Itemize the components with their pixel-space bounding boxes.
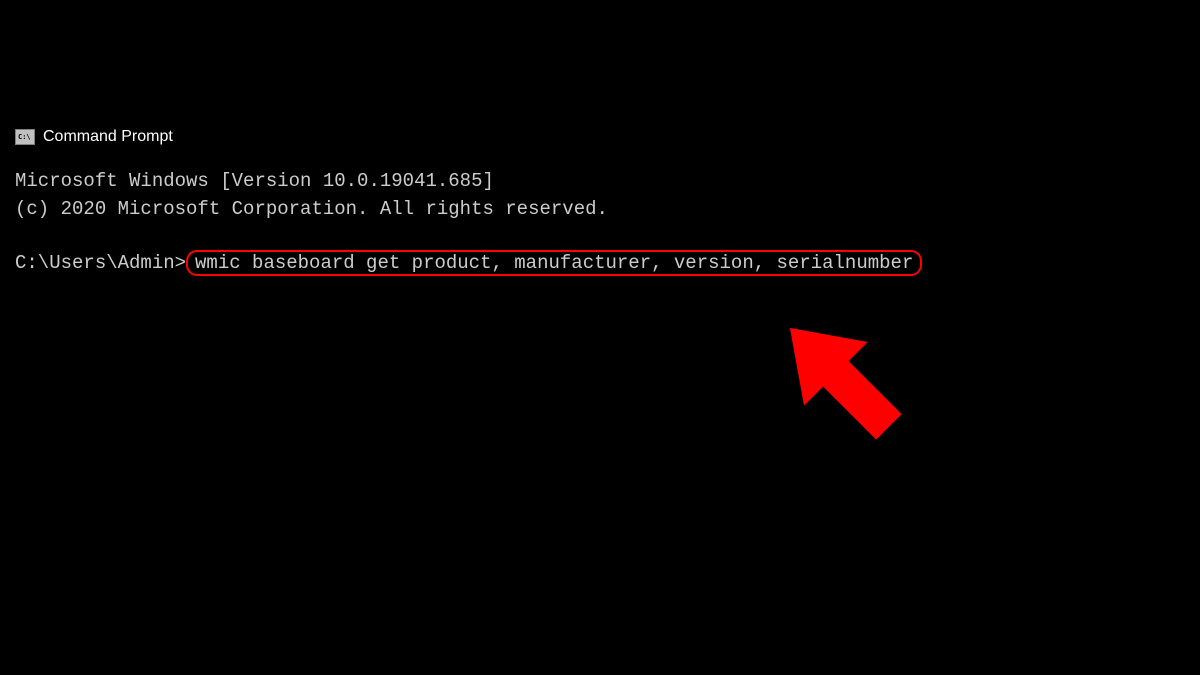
window-titlebar: Command Prompt xyxy=(15,128,173,146)
blank-line xyxy=(15,223,1185,250)
terminal-output[interactable]: Microsoft Windows [Version 10.0.19041.68… xyxy=(15,168,1185,276)
cmd-prompt-icon xyxy=(15,129,35,145)
arrow-annotation xyxy=(750,288,950,493)
command-highlight-annotation: wmic baseboard get product, manufacturer… xyxy=(186,250,922,276)
prompt-row[interactable]: C:\Users\Admin> wmic baseboard get produ… xyxy=(15,250,1185,276)
copyright-line: (c) 2020 Microsoft Corporation. All righ… xyxy=(15,196,1185,224)
version-line: Microsoft Windows [Version 10.0.19041.68… xyxy=(15,168,1185,196)
prompt-path: C:\Users\Admin> xyxy=(15,252,186,274)
typed-command: wmic baseboard get product, manufacturer… xyxy=(195,252,913,274)
window-title: Command Prompt xyxy=(43,128,173,146)
